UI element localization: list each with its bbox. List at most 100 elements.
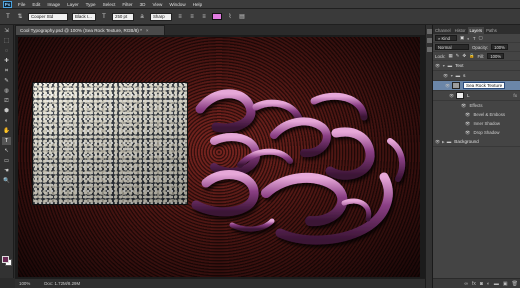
path-select-tool-icon[interactable]: ↖ <box>2 147 11 155</box>
effect-eye-icon[interactable]: 👁 <box>465 112 470 118</box>
warp-text-icon[interactable]: ⌇ <box>226 13 234 21</box>
align-right-icon[interactable]: ≡ <box>200 13 208 21</box>
menu-edit[interactable]: Edit <box>32 2 40 7</box>
menu-window[interactable]: Window <box>169 2 185 7</box>
dodge-tool-icon[interactable]: ◐ <box>2 117 11 125</box>
type-tool-icon[interactable]: T <box>4 13 12 21</box>
layer-name-input[interactable]: Sea Rock Texture <box>463 82 506 89</box>
hand-tool-icon[interactable]: ☚ <box>2 167 11 175</box>
layer-name: L <box>467 93 470 98</box>
opacity-label: Opacity: <box>472 44 489 50</box>
add-style-icon[interactable]: fx <box>472 281 476 287</box>
effect-eye-icon[interactable]: 👁 <box>465 121 470 127</box>
menu-layer[interactable]: Layer <box>67 2 79 7</box>
visibility-eye-icon[interactable]: 👁 <box>447 93 456 98</box>
foreground-color-swatch[interactable] <box>2 256 9 263</box>
lock-transparent-icon[interactable]: ▦ <box>449 53 453 59</box>
adjustment-layer-icon[interactable]: ◐ <box>487 281 490 287</box>
brush-tool-icon[interactable]: ✎ <box>2 77 11 85</box>
visibility-eye-icon[interactable]: 👁 <box>433 139 442 144</box>
align-center-icon[interactable]: ≡ <box>188 13 196 21</box>
tab-history[interactable]: Histor <box>453 27 468 34</box>
effect-eye-icon[interactable]: 👁 <box>465 130 470 136</box>
menu-image[interactable]: Image <box>47 2 60 7</box>
font-style-select[interactable]: Black I... <box>72 12 96 21</box>
shape-tool-icon[interactable]: ▭ <box>2 157 11 165</box>
close-icon[interactable]: × <box>146 28 149 33</box>
delete-layer-icon[interactable]: 🗑 <box>512 281 518 287</box>
menu-view[interactable]: View <box>152 2 162 7</box>
properties-panel-icon[interactable] <box>426 38 432 43</box>
crop-tool-icon[interactable]: ⌗ <box>2 67 11 75</box>
new-group-icon[interactable]: ▬ <box>494 281 499 287</box>
menu-3d[interactable]: 3D <box>140 2 146 7</box>
clone-stamp-tool-icon[interactable]: ◍ <box>2 87 11 95</box>
add-mask-icon[interactable]: ◙ <box>480 281 483 287</box>
expand-triangle-icon[interactable]: ▶ <box>442 140 445 144</box>
menu-type[interactable]: Type <box>86 2 96 7</box>
font-size-input[interactable]: 250 pt <box>112 12 134 21</box>
document-size[interactable]: Doc: 1.72M/8.29M <box>44 281 80 286</box>
opacity-input[interactable]: 100% <box>491 44 508 50</box>
menu-help[interactable]: Help <box>193 2 202 7</box>
zoom-level[interactable]: 100% <box>19 281 30 286</box>
lock-position-icon[interactable]: ✥ <box>462 53 466 59</box>
visibility-eye-icon[interactable]: 👁 <box>433 63 442 68</box>
align-left-icon[interactable]: ≡ <box>176 13 184 21</box>
tab-layers[interactable]: Layers <box>467 27 485 34</box>
layer-sea-rock-texture[interactable]: 👁 Sea Rock Texture <box>433 81 520 91</box>
quick-select-tool-icon[interactable]: ✚ <box>2 57 11 65</box>
menu-filter[interactable]: Filter <box>122 2 132 7</box>
effect-bevel-emboss[interactable]: 👁 Bevel & Emboss <box>433 110 520 119</box>
expand-triangle-icon[interactable]: ▼ <box>450 74 454 78</box>
lasso-tool-icon[interactable]: ◌ <box>2 47 11 55</box>
effects-row[interactable]: 👁 Effects <box>433 101 520 110</box>
layer-filter-row: ⌕ Kind ▣ ◐ T ▢ <box>433 34 520 43</box>
text-color-swatch[interactable] <box>212 13 222 20</box>
menu-file[interactable]: File <box>18 2 25 7</box>
fx-icon[interactable]: fx <box>513 93 517 98</box>
marquee-tool-icon[interactable]: ⬚ <box>2 37 11 45</box>
gradient-tool-icon[interactable]: ⬢ <box>2 107 11 115</box>
anti-alias-select[interactable]: Sharp <box>150 12 172 21</box>
effect-eye-icon[interactable]: 👁 <box>461 103 466 109</box>
fill-input[interactable]: 100% <box>487 53 505 59</box>
filter-type-icon[interactable]: T <box>473 36 476 41</box>
menu-select[interactable]: Select <box>103 2 116 7</box>
layer-group-text[interactable]: 👁 ▼ ▬ Text <box>433 61 520 71</box>
visibility-eye-icon[interactable]: 👁 <box>441 73 450 78</box>
history-panel-icon[interactable] <box>426 29 432 34</box>
filter-pixel-icon[interactable]: ▣ <box>460 35 464 41</box>
font-family-select[interactable]: Cooper Std <box>28 12 68 21</box>
filter-adjust-icon[interactable]: ◐ <box>467 36 470 41</box>
move-tool-icon[interactable]: ⇲ <box>2 27 11 35</box>
filter-shape-icon[interactable]: ▢ <box>479 35 483 41</box>
document-tab[interactable]: Cool Typography.psd @ 100% (Sea Rock Tex… <box>15 25 165 35</box>
effect-drop-shadow[interactable]: 👁 Drop Shadow <box>433 128 520 137</box>
pen-tool-icon[interactable]: ✋ <box>2 127 11 135</box>
app-logo[interactable]: Ps <box>3 0 12 8</box>
lock-all-icon[interactable]: 🔒 <box>469 53 474 59</box>
type-tool-icon[interactable]: T <box>2 137 11 145</box>
link-layers-icon[interactable]: ∞ <box>464 281 468 287</box>
expand-triangle-icon[interactable]: ▼ <box>442 64 446 68</box>
character-panel-icon[interactable]: ▤ <box>238 13 246 21</box>
zoom-tool-icon[interactable]: 🔍 <box>2 177 11 185</box>
blend-mode-select[interactable]: Normal <box>435 44 469 50</box>
text-orientation-icon[interactable]: ⇅ <box>16 13 24 21</box>
layer-filter-select[interactable]: ⌕ Kind <box>435 35 457 41</box>
new-layer-icon[interactable]: ▣ <box>503 281 508 287</box>
visibility-eye-icon[interactable]: 👁 <box>443 83 452 88</box>
layer-group-background[interactable]: 👁 ▶ ▬ Background <box>433 137 520 147</box>
character-panel-icon[interactable] <box>426 47 432 52</box>
layer-group-s[interactable]: 👁 ▼ ▬ s <box>433 71 520 81</box>
document-canvas[interactable] <box>18 37 420 277</box>
tab-channels[interactable]: Channel <box>433 27 453 34</box>
tab-paths[interactable]: Paths <box>484 27 499 34</box>
layer-text-l[interactable]: 👁 L fx <box>433 91 520 101</box>
effect-inner-shadow[interactable]: 👁 Inner Shadow <box>433 119 520 128</box>
sea-rock-texture-image[interactable] <box>32 82 188 205</box>
color-swatches[interactable] <box>2 256 12 266</box>
eraser-tool-icon[interactable]: ⎚ <box>2 97 11 105</box>
lock-pixels-icon[interactable]: ✎ <box>456 53 460 59</box>
